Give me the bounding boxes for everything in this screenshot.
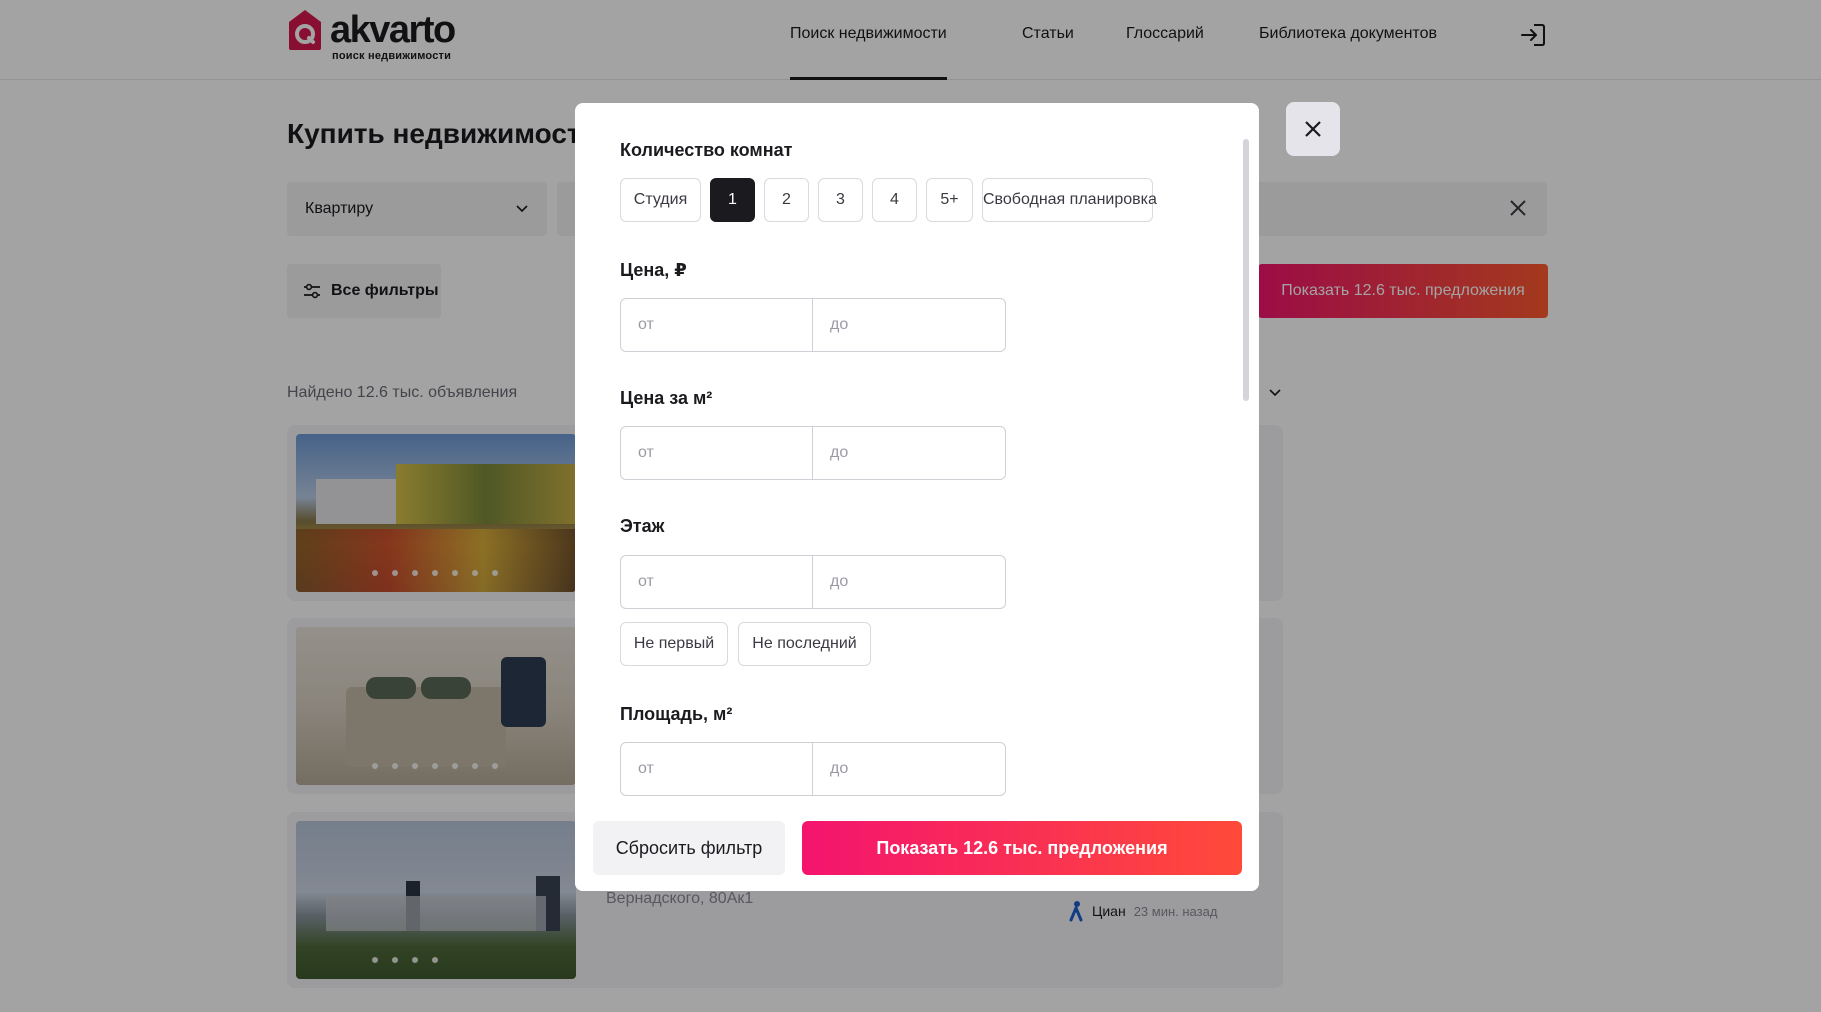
show-results-button[interactable]: Показать 12.6 тыс. предложения [802,821,1242,875]
price-to-input[interactable] [813,298,1006,352]
floor-to-input[interactable] [813,555,1006,609]
modal-scrollbar[interactable] [1243,139,1249,401]
modal-footer: Сбросить фильтр Показать 12.6 тыс. предл… [575,809,1259,891]
price-range [620,298,1006,352]
price-per-m2-to-input[interactable] [813,426,1006,480]
floor-from-input[interactable] [620,555,813,609]
price-per-m2-range [620,426,1006,480]
close-modal-button[interactable] [1286,102,1340,156]
room-option-2[interactable]: 2 [764,178,809,222]
reset-filter-button[interactable]: Сбросить фильтр [593,821,785,875]
room-option-1[interactable]: 1 [710,178,755,222]
room-option-4[interactable]: 4 [872,178,917,222]
room-option-3[interactable]: 3 [818,178,863,222]
area-title: Площадь, м² [620,704,733,724]
floor-title: Этаж [620,516,665,536]
area-range [620,742,1006,796]
floor-not-last-button[interactable]: Не последний [738,622,871,666]
room-option-5plus[interactable]: 5+ [926,178,973,222]
filters-scroll-area[interactable]: Количество комнат Студия 1 2 3 4 5+ Своб… [575,103,1259,809]
filters-modal: Количество комнат Студия 1 2 3 4 5+ Своб… [575,103,1259,891]
price-from-input[interactable] [620,298,813,352]
floor-range [620,555,1006,609]
area-to-input[interactable] [813,742,1006,796]
floor-not-first-button[interactable]: Не первый [620,622,728,666]
room-option-studio[interactable]: Студия [620,178,701,222]
room-option-free-layout[interactable]: Свободная планировка [982,178,1157,222]
close-icon [1305,121,1321,137]
price-per-m2-title: Цена за м² [620,388,713,408]
price-per-m2-from-input[interactable] [620,426,813,480]
price-title: Цена, ₽ [620,260,687,280]
rooms-title: Количество комнат [620,140,793,160]
area-from-input[interactable] [620,742,813,796]
